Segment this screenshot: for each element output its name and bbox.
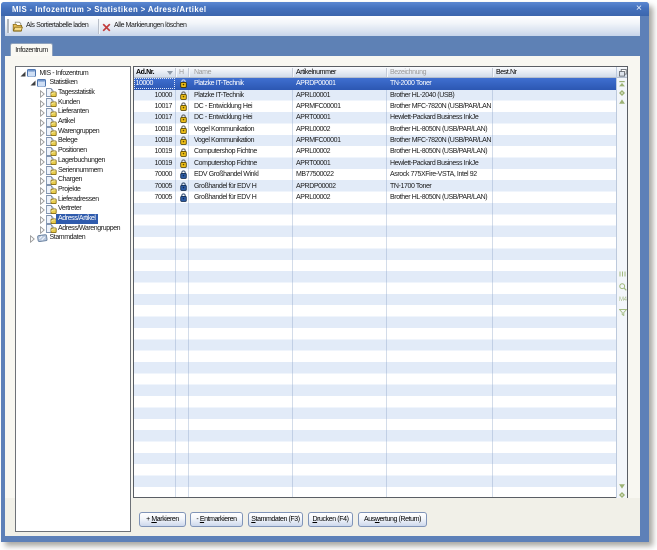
svg-text:M4: M4 <box>619 297 627 302</box>
